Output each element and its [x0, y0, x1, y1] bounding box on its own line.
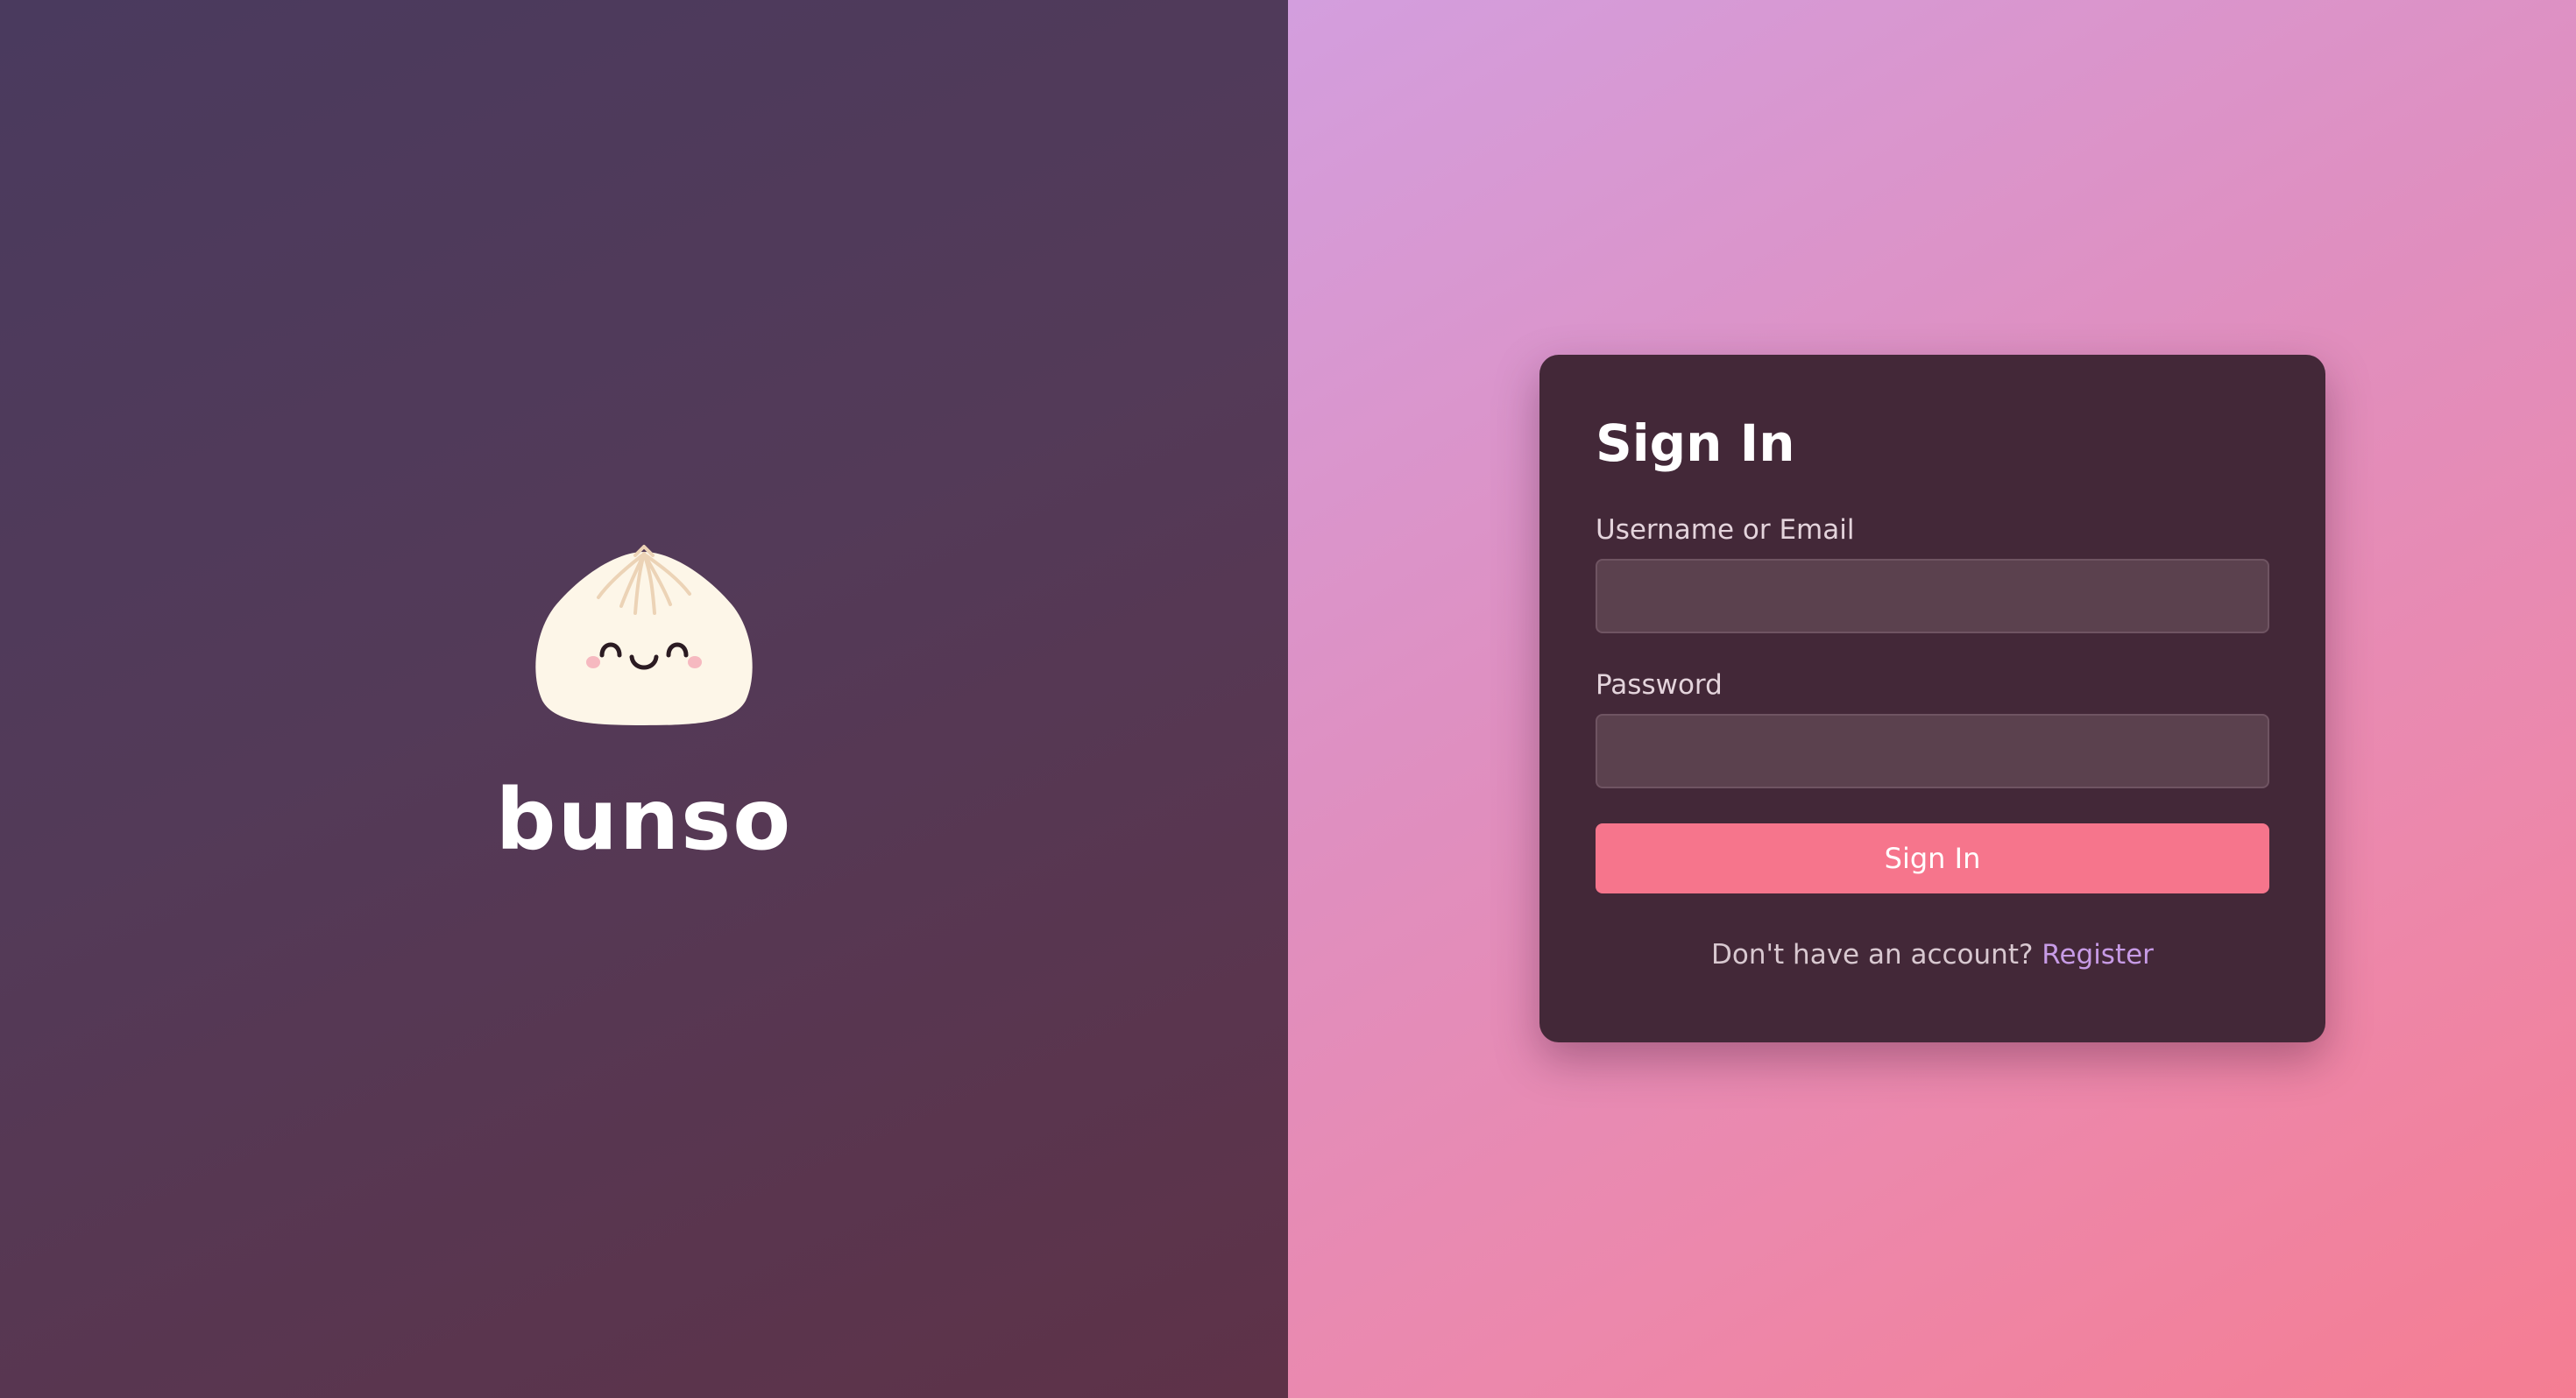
brand-name: bunso — [495, 771, 793, 869]
sign-in-card: Sign In Username or Email Password Sign … — [1539, 355, 2325, 1042]
username-label: Username or Email — [1596, 514, 1855, 546]
login-page: bunso Sign In Username or Email Password… — [0, 0, 2576, 1398]
username-input[interactable] — [1596, 559, 2269, 633]
bun-mascot-icon — [535, 545, 753, 725]
register-link[interactable]: Register — [2042, 939, 2154, 971]
register-prompt-line: Don't have an account? Register — [1596, 939, 2269, 971]
brand-block: bunso — [0, 543, 1288, 862]
sign-in-title: Sign In — [1596, 413, 1795, 473]
register-prompt-text: Don't have an account? — [1711, 939, 2034, 971]
login-panel: Sign In Username or Email Password Sign … — [1288, 0, 2576, 1398]
password-input[interactable] — [1596, 714, 2269, 788]
sign-in-button[interactable]: Sign In — [1596, 823, 2269, 893]
password-label: Password — [1596, 669, 1723, 701]
brand-panel: bunso — [0, 0, 1288, 1398]
